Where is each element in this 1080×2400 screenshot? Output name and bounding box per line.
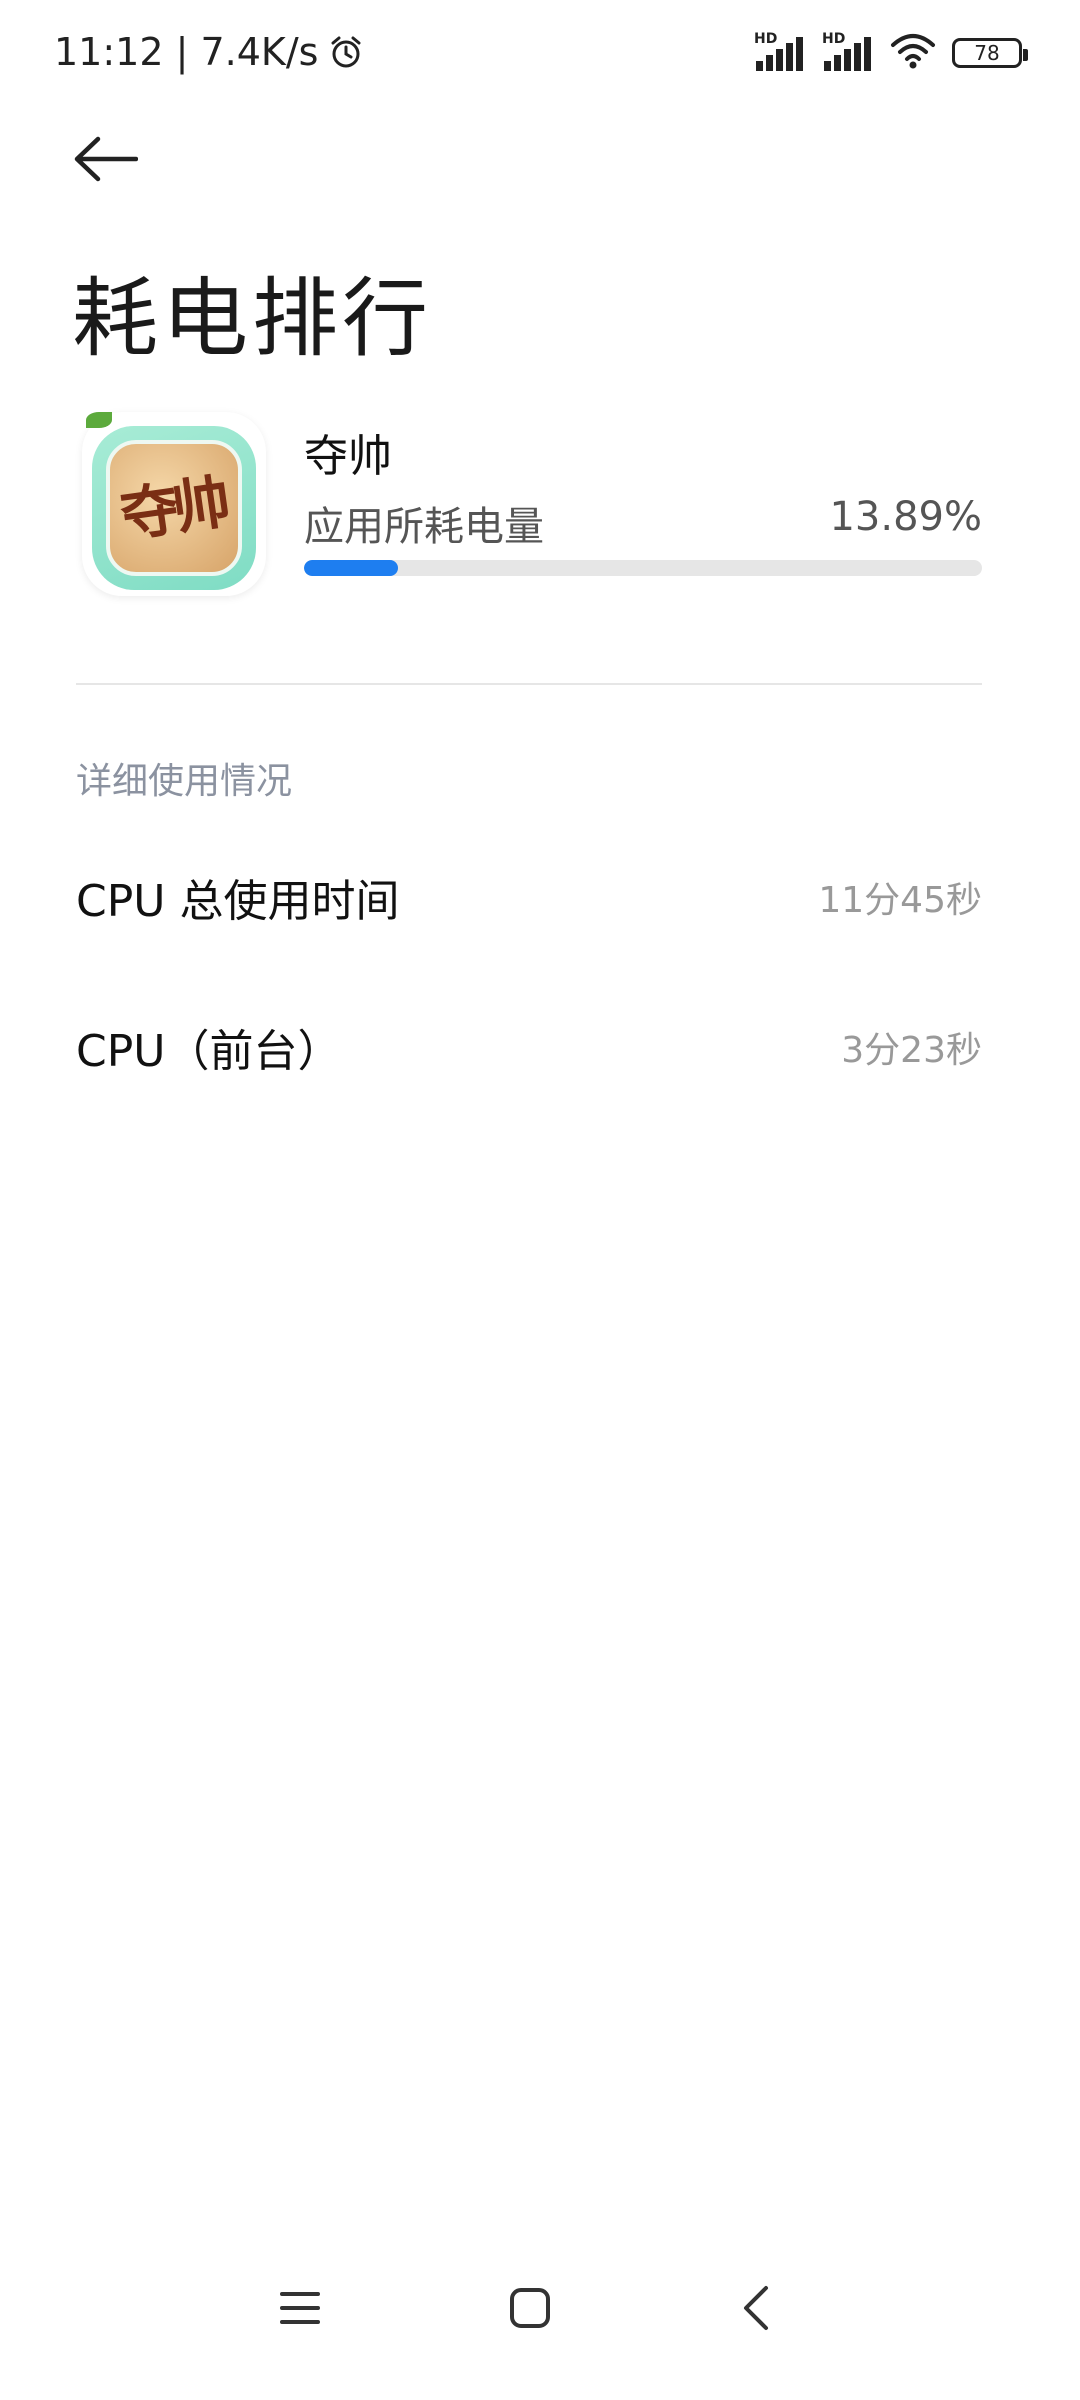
- battery-icon: 78: [952, 38, 1028, 68]
- nav-recents-button[interactable]: [250, 2260, 350, 2360]
- section-header: 详细使用情况: [76, 761, 293, 802]
- row-value: 3分23秒: [841, 1030, 982, 1071]
- app-icon-face: 夺帅: [106, 440, 242, 576]
- screen: 11:12 | 7.4K/s HD HD 78 耗电排行 夺帅 夺帅 应用所耗电…: [0, 0, 1080, 2400]
- row-label: CPU 总使用时间: [76, 876, 400, 927]
- back-arrow-icon: [72, 134, 139, 188]
- cellular-signal-icon: HD: [754, 31, 806, 73]
- status-right: HD HD 78: [754, 28, 1028, 78]
- battery-level: 78: [974, 41, 1000, 65]
- row-value: 11分45秒: [818, 880, 982, 921]
- leaf-icon: [86, 412, 112, 428]
- navigation-bar: [0, 2220, 1080, 2400]
- status-bar: 11:12 | 7.4K/s HD HD 78: [0, 0, 1080, 104]
- wifi-icon: [890, 33, 936, 73]
- status-time-speed: 11:12 | 7.4K/s: [54, 30, 319, 74]
- nav-back-button[interactable]: [706, 2260, 806, 2360]
- app-icon: 夺帅: [82, 412, 266, 596]
- app-icon-logo: 夺帅: [116, 468, 229, 550]
- home-icon: [508, 2286, 552, 2334]
- cellular-signal-2-icon: HD: [822, 31, 874, 73]
- usage-progress-fill: [304, 560, 399, 576]
- back-chevron-icon: [738, 2284, 774, 2336]
- row-label: CPU（前台）: [76, 1026, 342, 1077]
- usage-progress-bar: [304, 560, 982, 576]
- alarm-clock-icon: [328, 34, 364, 70]
- app-icon-frame: 夺帅: [92, 426, 256, 590]
- status-left: 11:12 | 7.4K/s: [54, 24, 364, 80]
- usage-label: 应用所耗电量: [304, 504, 544, 550]
- menu-icon: [278, 2288, 322, 2332]
- app-name: 夺帅: [304, 431, 392, 482]
- detail-row-cpu-total: CPU 总使用时间 11分45秒: [76, 842, 982, 952]
- usage-value: 13.89%: [829, 494, 982, 540]
- page-title: 耗电排行: [72, 269, 432, 369]
- detail-row-cpu-foreground: CPU（前台） 3分23秒: [76, 992, 982, 1102]
- nav-home-button[interactable]: [480, 2260, 580, 2360]
- divider: [76, 683, 982, 685]
- back-button[interactable]: [60, 116, 150, 206]
